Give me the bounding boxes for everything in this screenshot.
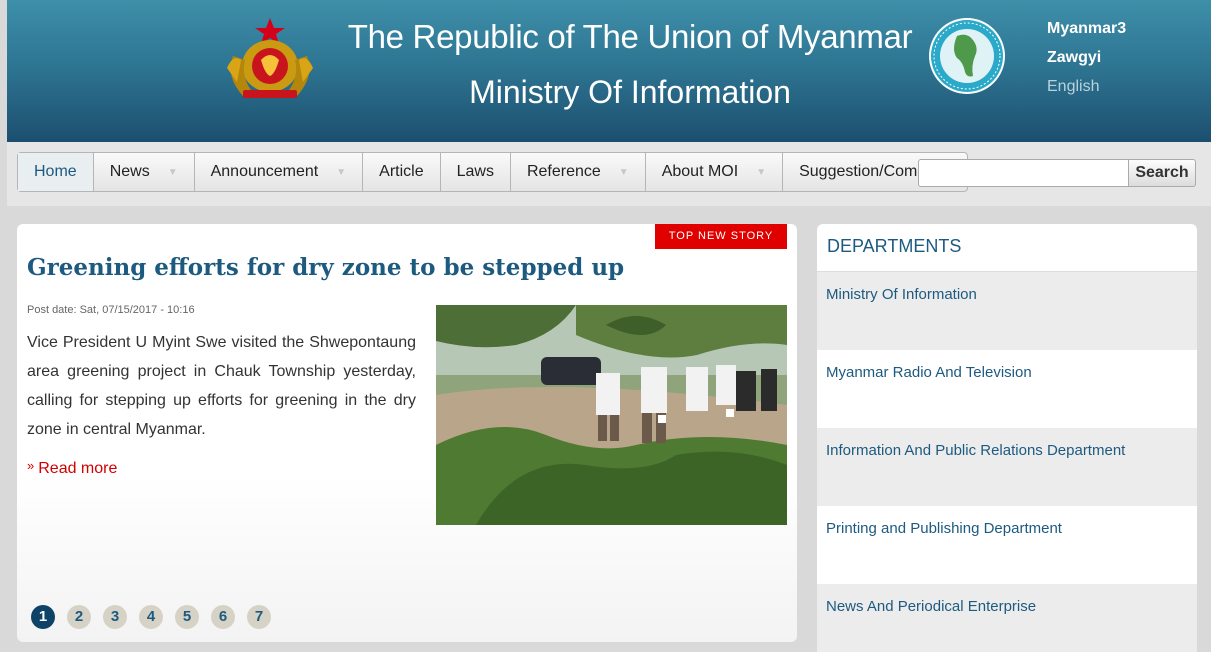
- nav-reference-label: Reference: [526, 163, 601, 180]
- read-more-link[interactable]: » Read more: [27, 458, 117, 478]
- state-emblem-icon[interactable]: [215, 16, 325, 100]
- departments-panel: DEPARTMENTS Ministry Of Information Myan…: [817, 224, 1197, 652]
- top-story-badge: TOP NEW STORY: [655, 224, 787, 249]
- language-zawgyi-link[interactable]: Zawgyi: [1047, 49, 1101, 67]
- story-photo[interactable]: [436, 305, 787, 525]
- pager-page-5[interactable]: 5: [175, 605, 199, 629]
- pager-page-3[interactable]: 3: [103, 605, 127, 629]
- departments-list: Ministry Of Information Myanmar Radio An…: [817, 272, 1197, 652]
- read-more-label: Read more: [38, 460, 118, 477]
- nav-announcement[interactable]: Announcement ▼: [195, 153, 364, 191]
- dept-news-and-periodical-enterprise[interactable]: News And Periodical Enterprise: [817, 584, 1197, 652]
- site-title: The Republic of The Union of Myanmar: [347, 18, 913, 55]
- nav-laws-label: Laws: [456, 163, 494, 180]
- nav-laws[interactable]: Laws: [441, 153, 511, 191]
- chevron-down-icon: ▼: [618, 166, 629, 178]
- ministry-title: Ministry Of Information: [469, 74, 791, 110]
- search-input[interactable]: [918, 159, 1130, 187]
- dept-myanmar-radio-and-television[interactable]: Myanmar Radio And Television: [817, 350, 1197, 428]
- top-story-panel: TOP NEW STORY Greening efforts for dry z…: [17, 224, 797, 642]
- language-english-link[interactable]: English: [1047, 78, 1099, 96]
- story-summary: Vice President U Myint Swe visited the S…: [27, 334, 416, 438]
- ministry-seal-icon[interactable]: [927, 16, 1007, 96]
- departments-heading: DEPARTMENTS: [817, 224, 1197, 272]
- double-chevron-icon: »: [27, 458, 35, 473]
- search-button[interactable]: Search: [1128, 159, 1196, 187]
- language-myanmar3-link[interactable]: Myanmar3: [1047, 20, 1126, 38]
- chevron-down-icon: ▼: [756, 166, 767, 178]
- nav-news-label: News: [109, 163, 150, 180]
- main-navbar: Home News ▼ Announcement ▼ Article Laws Re…: [7, 142, 1211, 206]
- post-date: Post date: Sat, 07/15/2017 - 10:16: [27, 304, 195, 316]
- nav-home-label: Home: [34, 163, 77, 180]
- nav-announcement-label: Announcement: [210, 163, 319, 180]
- pager-page-2[interactable]: 2: [67, 605, 91, 629]
- nav-home[interactable]: Home: [18, 153, 94, 191]
- nav-news[interactable]: News ▼: [94, 153, 195, 191]
- nav-about-moi[interactable]: About MOI ▼: [646, 153, 784, 191]
- chevron-down-icon: ▼: [336, 166, 347, 178]
- dept-ministry-of-information[interactable]: Ministry Of Information: [817, 272, 1197, 350]
- dept-printing-and-publishing[interactable]: Printing and Publishing Department: [817, 506, 1197, 584]
- pager-page-7[interactable]: 7: [247, 605, 271, 629]
- nav-article-label: Article: [379, 163, 424, 180]
- chevron-down-icon: ▼: [167, 166, 178, 178]
- nav-about-moi-label: About MOI: [661, 163, 739, 180]
- nav-reference[interactable]: Reference ▼: [511, 153, 646, 191]
- pager-page-1[interactable]: 1: [31, 605, 55, 629]
- main-menu: Home News ▼ Announcement ▼ Article Laws Re…: [17, 152, 969, 192]
- site-header: The Republic of The Union of Myanmar Min…: [7, 0, 1211, 142]
- story-pager: 1 2 3 4 5 6 7: [31, 605, 271, 629]
- story-title-link[interactable]: Greening efforts for dry zone to be step…: [27, 254, 624, 281]
- dept-information-and-public-relations[interactable]: Information And Public Relations Departm…: [817, 428, 1197, 506]
- pager-page-4[interactable]: 4: [139, 605, 163, 629]
- pager-page-6[interactable]: 6: [211, 605, 235, 629]
- nav-article[interactable]: Article: [363, 153, 441, 191]
